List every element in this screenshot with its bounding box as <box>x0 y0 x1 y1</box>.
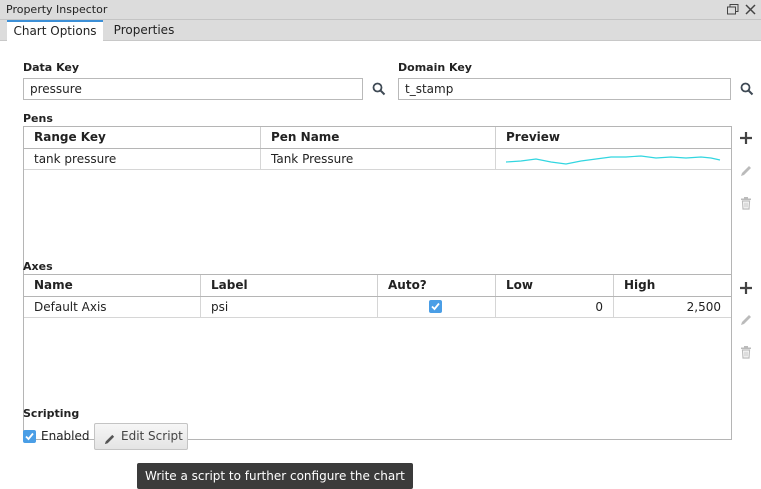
axes-column-low[interactable]: Low <box>496 275 614 296</box>
data-key-input[interactable]: pressure <box>23 78 363 100</box>
axis-high: 2,500 <box>686 300 721 314</box>
table-row[interactable]: tank pressure Tank Pressure <box>24 149 731 170</box>
axes-column-name[interactable]: Name <box>24 275 201 296</box>
pens-column-pen-name[interactable]: Pen Name <box>261 127 496 148</box>
axes-column-auto[interactable]: Auto? <box>378 275 496 296</box>
pen-name: Tank Pressure <box>261 149 496 169</box>
restore-window-icon[interactable] <box>727 4 739 15</box>
tab-bar: Chart Options Properties <box>0 20 761 41</box>
edit-script-label: Edit Script <box>121 429 183 443</box>
axis-label-value: psi <box>201 297 378 317</box>
table-row[interactable]: Default Axis psi 0 2,500 <box>24 297 731 318</box>
add-axis-icon[interactable] <box>739 281 753 295</box>
scripting-enabled-label: Enabled <box>41 429 90 443</box>
pens-table: Range Key Pen Name Preview tank pressure… <box>23 126 732 292</box>
tab-properties[interactable]: Properties <box>106 20 182 41</box>
window-title: Property Inspector <box>6 3 108 16</box>
scripting-enabled-checkbox[interactable] <box>23 430 36 443</box>
pens-label: Pens <box>23 112 53 125</box>
edit-script-button[interactable]: Edit Script <box>94 423 188 450</box>
domain-key-input[interactable]: t_stamp <box>398 78 731 100</box>
delete-pen-trash-icon[interactable] <box>739 196 753 210</box>
title-bar: Property Inspector <box>0 0 761 20</box>
pencil-icon <box>103 430 116 455</box>
data-key-search-icon[interactable] <box>372 82 386 96</box>
tab-chart-options[interactable]: Chart Options <box>7 20 103 41</box>
close-icon[interactable] <box>745 4 756 15</box>
edit-axis-pencil-icon[interactable] <box>739 313 753 327</box>
pens-column-preview[interactable]: Preview <box>496 127 731 148</box>
pens-column-range-key[interactable]: Range Key <box>24 127 261 148</box>
pen-range-key: tank pressure <box>24 149 261 169</box>
axes-column-label[interactable]: Label <box>201 275 378 296</box>
pen-preview-sparkline <box>496 149 731 169</box>
axes-table-header: Name Label Auto? Low High <box>24 275 731 297</box>
domain-key-search-icon[interactable] <box>740 82 754 96</box>
axis-name: Default Axis <box>24 297 201 317</box>
axis-auto-checkbox[interactable] <box>429 300 442 313</box>
edit-pen-pencil-icon[interactable] <box>739 164 753 178</box>
edit-script-tooltip: Write a script to further configure the … <box>137 463 413 489</box>
axes-column-high[interactable]: High <box>614 275 731 296</box>
delete-axis-trash-icon[interactable] <box>739 345 753 359</box>
chart-options-panel: Data Key pressure Domain Key t_stamp Pen… <box>0 42 761 489</box>
domain-key-label: Domain Key <box>398 61 472 74</box>
pens-table-header: Range Key Pen Name Preview <box>24 127 731 149</box>
add-pen-icon[interactable] <box>739 131 753 145</box>
axes-label: Axes <box>23 260 53 273</box>
scripting-label: Scripting <box>23 407 80 420</box>
axis-low: 0 <box>496 297 614 317</box>
axis-auto-cell <box>378 297 496 317</box>
axes-table: Name Label Auto? Low High Default Axis p… <box>23 274 732 440</box>
data-key-label: Data Key <box>23 61 80 74</box>
